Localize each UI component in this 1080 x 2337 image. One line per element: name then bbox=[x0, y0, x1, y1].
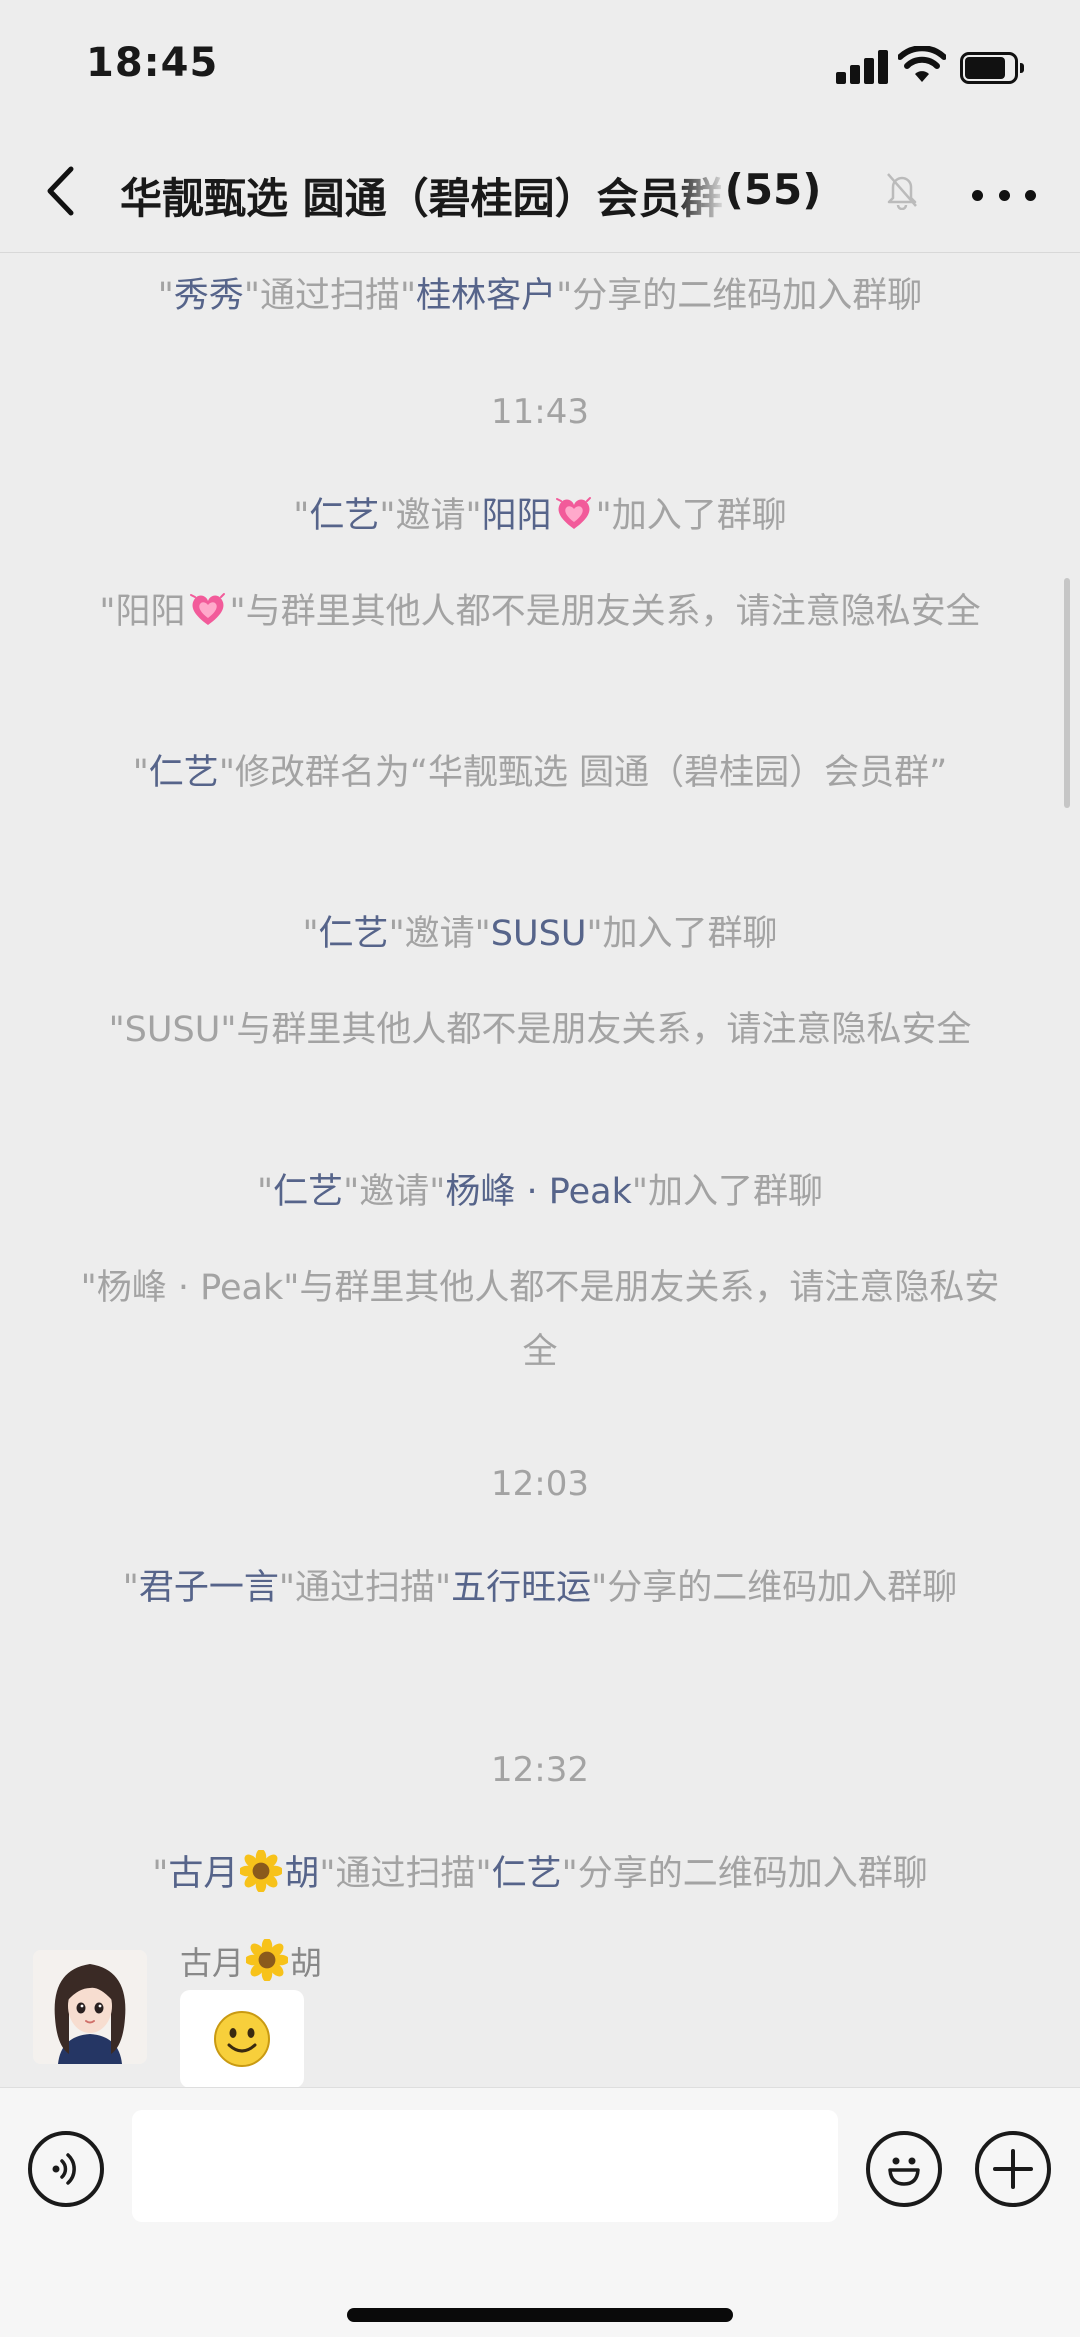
system-text: " bbox=[122, 1568, 139, 1608]
back-button[interactable] bbox=[38, 159, 82, 223]
member-name-link[interactable]: SUSU bbox=[491, 914, 587, 954]
system-message: "古月 胡"通过扫描"仁艺"分享的二维码加入群聊 bbox=[80, 1842, 1000, 1906]
heart-icon bbox=[555, 497, 591, 529]
system-text: "加入了群聊 bbox=[595, 496, 787, 536]
system-text: "通过扫描" bbox=[319, 1854, 492, 1894]
member-name-link[interactable]: 君子一言 bbox=[139, 1568, 279, 1608]
system-message: "杨峰 · Peak"与群里其他人都不是朋友关系，请注意隐私安全 bbox=[80, 1256, 1000, 1384]
member-name-link[interactable]: 五行旺运 bbox=[451, 1568, 591, 1608]
sunflower-icon bbox=[240, 1850, 283, 1892]
system-text: "分享的二维码加入群聊 bbox=[556, 276, 923, 316]
more-dot bbox=[1025, 189, 1036, 201]
smiley-emoji-icon bbox=[214, 2011, 270, 2067]
member-name-link[interactable]: 杨峰 · Peak bbox=[445, 1172, 632, 1212]
timestamp: 11:43 bbox=[491, 392, 589, 432]
system-text: "分享的二维码加入群聊 bbox=[591, 1568, 958, 1608]
more-functions-button[interactable] bbox=[975, 2131, 1051, 2207]
mute-bell-icon bbox=[887, 173, 917, 210]
system-message: "君子一言"通过扫描"五行旺运"分享的二维码加入群聊 bbox=[80, 1556, 1000, 1620]
more-dot bbox=[998, 189, 1010, 201]
system-text: "通过扫描" bbox=[243, 276, 417, 316]
system-message: "仁艺"修改群名为“华靓甄选 圆通（碧桂园）会员群” bbox=[80, 741, 1000, 805]
message-bubble[interactable] bbox=[180, 1990, 304, 2088]
system-text: "SUSU"与群里其他人都不是朋友关系，请注意隐私安全 bbox=[108, 1010, 972, 1050]
system-text: " bbox=[132, 753, 149, 793]
voice-icon bbox=[52, 2153, 76, 2185]
status-bar: 18:45 bbox=[0, 0, 1080, 135]
wifi-icon bbox=[898, 46, 946, 82]
cellular-signal-icon bbox=[836, 50, 888, 84]
system-text: " bbox=[257, 1172, 274, 1212]
emoji-face-icon bbox=[888, 2157, 920, 2186]
input-bar bbox=[0, 2087, 1080, 2337]
system-message: "仁艺"邀请"SUSU"加入了群聊 bbox=[80, 902, 1000, 966]
member-name-link[interactable]: 仁艺 bbox=[273, 1172, 343, 1212]
timestamp: 12:32 bbox=[491, 1750, 589, 1790]
system-text: "修改群名为“华靓甄选 圆通（碧桂园）会员群” bbox=[218, 753, 948, 793]
member-name-link[interactable]: 胡 bbox=[284, 1854, 319, 1894]
battery-icon bbox=[960, 52, 1024, 84]
system-text: " bbox=[157, 276, 174, 316]
chat-title[interactable]: 华靓甄选 圆通（碧桂园）会员群(55) bbox=[120, 165, 900, 225]
system-message: "仁艺"邀请"杨峰 · Peak"加入了群聊 bbox=[80, 1160, 1000, 1224]
system-text: " bbox=[302, 914, 319, 954]
avatar-girl-icon bbox=[33, 1950, 147, 2064]
system-text: "邀请" bbox=[379, 496, 482, 536]
more-dot bbox=[972, 189, 983, 201]
emoji-button[interactable] bbox=[866, 2131, 942, 2207]
system-text: "加入了群聊 bbox=[631, 1172, 823, 1212]
member-name-link[interactable]: 仁艺 bbox=[309, 496, 379, 536]
member-name-link[interactable]: 秀秀 bbox=[174, 276, 244, 316]
sunflower-icon bbox=[246, 1939, 289, 1981]
heart-icon bbox=[189, 593, 225, 625]
timestamp: 12:03 bbox=[491, 1464, 589, 1504]
more-options-button[interactable] bbox=[972, 183, 1036, 207]
system-message: "仁艺"邀请"阳阳 "加入了群聊 bbox=[80, 484, 1000, 548]
system-text: "加入了群聊 bbox=[586, 914, 778, 954]
system-message: "阳阳 "与群里其他人都不是朋友关系，请注意隐私安全 bbox=[80, 580, 1000, 644]
system-text: " bbox=[152, 1854, 169, 1894]
system-text: "与群里其他人都不是朋友关系，请注意隐私安全 bbox=[229, 592, 981, 632]
voice-input-button[interactable] bbox=[28, 2131, 104, 2207]
member-name-link[interactable]: 仁艺 bbox=[492, 1854, 562, 1894]
message-input[interactable] bbox=[132, 2110, 838, 2222]
system-message: "SUSU"与群里其他人都不是朋友关系，请注意隐私安全 bbox=[80, 998, 1000, 1062]
member-name-link[interactable]: 古月 bbox=[168, 1854, 238, 1894]
system-text: "邀请" bbox=[388, 914, 491, 954]
system-message: "秀秀"通过扫描"桂林客户"分享的二维码加入群聊 bbox=[80, 264, 1000, 328]
system-text: "杨峰 · Peak"与群里其他人都不是朋友关系，请注意隐私安全 bbox=[80, 1268, 1000, 1372]
member-name-link[interactable]: 仁艺 bbox=[319, 914, 389, 954]
system-text: "通过扫描" bbox=[278, 1568, 452, 1608]
home-indicator[interactable] bbox=[347, 2308, 733, 2322]
member-name-link[interactable]: 仁艺 bbox=[149, 753, 219, 793]
plus-icon bbox=[993, 2149, 1033, 2189]
message-list[interactable]: "秀秀"通过扫描"桂林客户"分享的二维码加入群聊 11:43 "仁艺"邀请"阳阳… bbox=[0, 254, 1080, 2086]
sender-name: 古月 胡 bbox=[180, 1938, 322, 1984]
chevron-left-icon bbox=[47, 166, 74, 216]
avatar[interactable] bbox=[33, 1950, 147, 2064]
member-name-link[interactable]: 桂林客户 bbox=[416, 276, 556, 316]
status-time: 18:45 bbox=[86, 40, 219, 86]
scrollbar[interactable] bbox=[1064, 578, 1070, 808]
system-text: "邀请" bbox=[343, 1172, 446, 1212]
group-name: 华靓甄选 圆通（碧桂园）会员群 bbox=[120, 174, 723, 223]
member-name-link[interactable]: 阳阳 bbox=[482, 496, 552, 536]
system-text: " bbox=[293, 496, 310, 536]
system-text: "阳阳 bbox=[99, 592, 186, 632]
system-text: "分享的二维码加入群聊 bbox=[561, 1854, 928, 1894]
member-count: (55) bbox=[724, 165, 822, 214]
